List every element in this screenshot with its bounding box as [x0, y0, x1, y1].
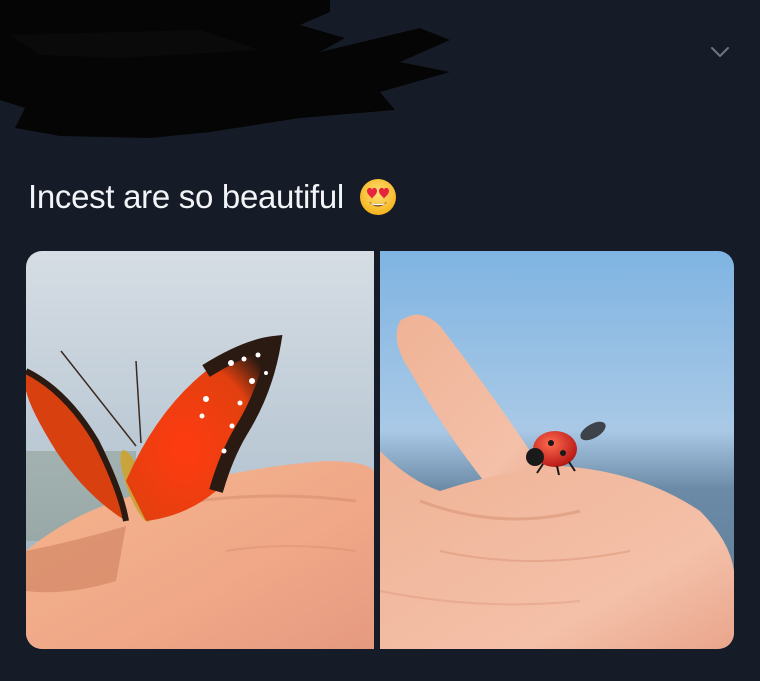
butterfly-image: [26, 251, 374, 649]
tweet-media[interactable]: [26, 251, 734, 649]
tweet: Incest are so beautiful: [0, 0, 760, 681]
heart-eyes-emoji-icon: [359, 179, 396, 215]
photo-ladybug[interactable]: [380, 251, 734, 649]
tweet-text: Incest are so beautiful: [28, 178, 344, 215]
ladybug-image: [380, 251, 734, 649]
redacted-author-area: [0, 0, 450, 138]
photo-butterfly[interactable]: [26, 251, 374, 649]
chevron-down-icon[interactable]: [706, 40, 734, 64]
tweet-text-row: Incest are so beautiful: [28, 177, 398, 217]
